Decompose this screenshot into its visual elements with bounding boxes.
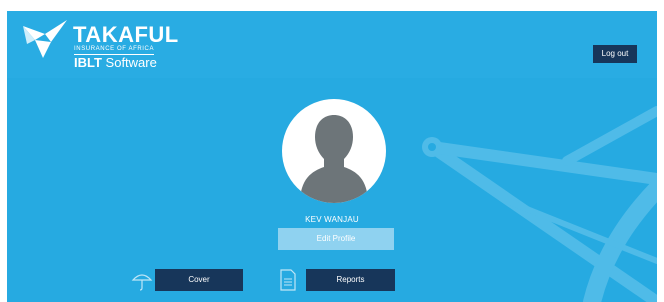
avatar	[282, 99, 386, 203]
product-name-rest: Software	[105, 55, 157, 70]
brand-tagline: INSURANCE OF AFRICA	[74, 46, 155, 55]
umbrella-icon	[131, 274, 153, 291]
company-logo: TAKAFUL INSURANCE OF AFRICA IBLT Softwar…	[21, 20, 191, 72]
product-name-bold: IBLT	[74, 55, 102, 70]
reports-button[interactable]: Reports	[306, 269, 395, 291]
cover-button[interactable]: Cover	[155, 269, 243, 291]
user-name: KEV WANJAU	[305, 215, 359, 224]
logout-button[interactable]: Log out	[593, 45, 637, 63]
app-screen: TAKAFUL INSURANCE OF AFRICA IBLT Softwar…	[7, 11, 657, 302]
product-name: IBLT Software	[74, 56, 157, 70]
user-silhouette-icon	[300, 115, 368, 203]
app-header: TAKAFUL INSURANCE OF AFRICA IBLT Softwar…	[7, 11, 657, 78]
edit-profile-button[interactable]: Edit Profile	[278, 228, 394, 250]
document-icon	[280, 269, 296, 291]
logo-mark-icon	[23, 20, 67, 58]
brand-name: TAKAFUL	[73, 22, 179, 47]
